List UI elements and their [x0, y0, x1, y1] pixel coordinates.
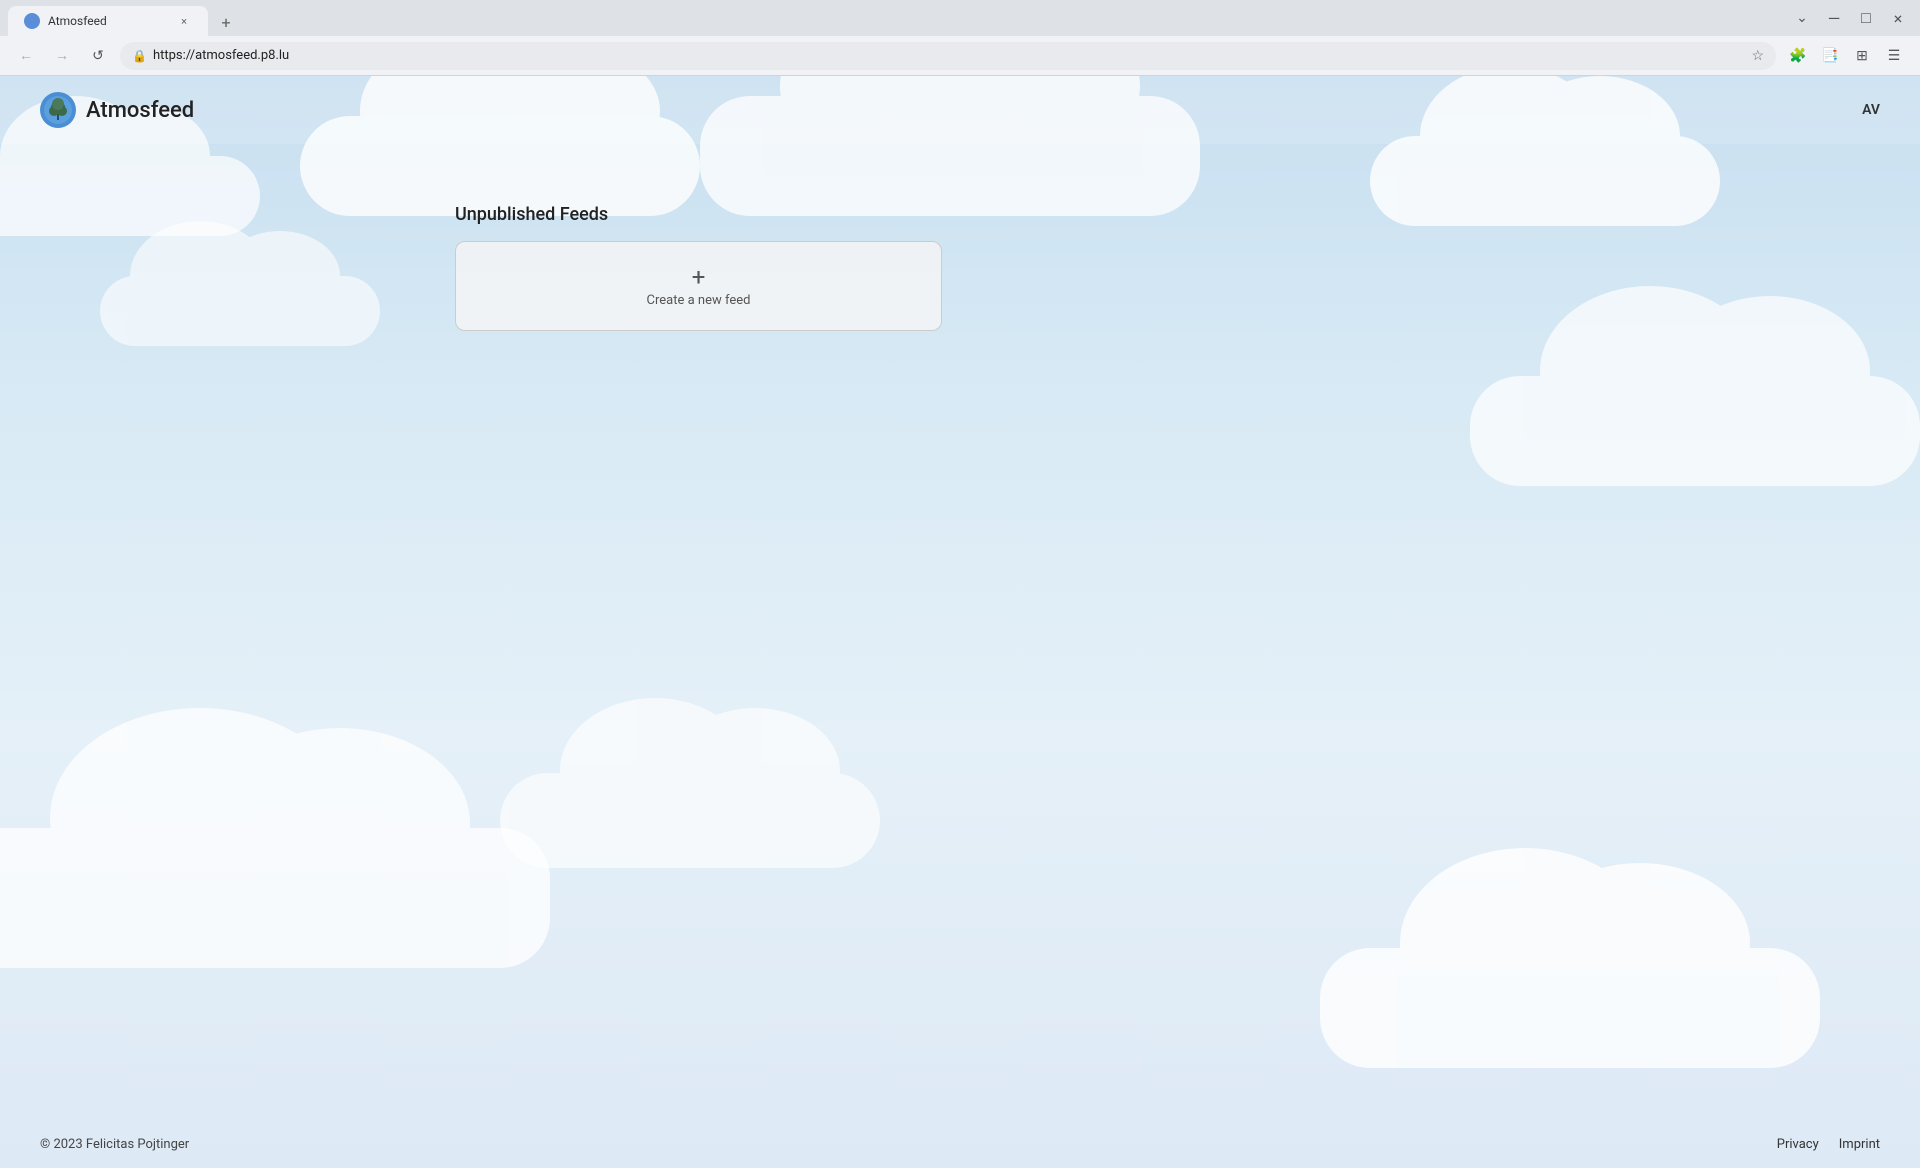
- browser-tabs: Atmosfeed × +: [8, 0, 240, 36]
- new-tab-btn[interactable]: +: [212, 8, 240, 36]
- footer-links: Privacy Imprint: [1777, 1137, 1880, 1152]
- cloud-decoration-9: [500, 773, 880, 868]
- browser-title-bar: Atmosfeed × + ⌄ — □ ×: [0, 0, 1920, 36]
- logo-area[interactable]: Atmosfeed: [40, 92, 194, 128]
- grid-btn[interactable]: ⊞: [1848, 42, 1876, 70]
- browser-chrome: Atmosfeed × + ⌄ — □ × ← → ↺ 🔒 https://at…: [0, 0, 1920, 76]
- bookmark-icon[interactable]: ☆: [1751, 48, 1764, 64]
- tab-list-btn[interactable]: ⌄: [1788, 4, 1816, 32]
- cloud-decoration-6: [1470, 376, 1920, 486]
- back-btn[interactable]: ←: [12, 42, 40, 70]
- url-text: https://atmosfeed.p8.lu: [153, 48, 1745, 63]
- forward-btn[interactable]: →: [48, 42, 76, 70]
- browser-right-btns: 🧩 📑 ⊞ ☰: [1784, 42, 1908, 70]
- browser-nav-bar: ← → ↺ 🔒 https://atmosfeed.p8.lu ☆ 🧩 📑 ⊞ …: [0, 36, 1920, 76]
- lock-icon: 🔒: [132, 49, 147, 63]
- user-avatar[interactable]: AV: [1862, 102, 1880, 118]
- logo-text: Atmosfeed: [86, 98, 194, 123]
- window-close-btn[interactable]: ×: [1884, 4, 1912, 32]
- create-feed-label: Create a new feed: [647, 293, 751, 308]
- address-bar[interactable]: 🔒 https://atmosfeed.p8.lu ☆: [120, 42, 1776, 70]
- refresh-btn[interactable]: ↺: [84, 42, 112, 70]
- tab-title: Atmosfeed: [48, 14, 168, 28]
- tab-favicon: [24, 13, 40, 29]
- cloud-decoration-8: [1320, 948, 1820, 1068]
- logo-icon: [40, 92, 76, 128]
- page-footer: © 2023 Felicitas Pojtinger Privacy Impri…: [0, 1121, 1920, 1168]
- window-maximize-btn[interactable]: □: [1852, 4, 1880, 32]
- extensions-btn[interactable]: 🧩: [1784, 42, 1812, 70]
- page-header: Atmosfeed AV: [0, 76, 1920, 144]
- cloud-decoration-7: [0, 828, 550, 968]
- main-content: Unpublished Feeds + Create a new feed: [0, 144, 1920, 331]
- page-wrapper: Atmosfeed AV Unpublished Feeds + Create …: [0, 76, 1920, 1168]
- section-title: Unpublished Feeds: [455, 204, 608, 225]
- copyright-text: © 2023 Felicitas Pojtinger: [40, 1137, 189, 1152]
- browser-tab-active[interactable]: Atmosfeed ×: [8, 6, 208, 36]
- menu-btn[interactable]: ☰: [1880, 42, 1908, 70]
- plus-icon: +: [692, 265, 706, 289]
- tab-close-btn[interactable]: ×: [176, 13, 192, 29]
- bookmarks-btn[interactable]: 📑: [1816, 42, 1844, 70]
- window-controls: — □ ×: [1820, 4, 1912, 32]
- create-feed-button[interactable]: + Create a new feed: [455, 241, 942, 331]
- privacy-link[interactable]: Privacy: [1777, 1137, 1819, 1152]
- window-minimize-btn[interactable]: —: [1820, 4, 1848, 32]
- imprint-link[interactable]: Imprint: [1839, 1137, 1880, 1152]
